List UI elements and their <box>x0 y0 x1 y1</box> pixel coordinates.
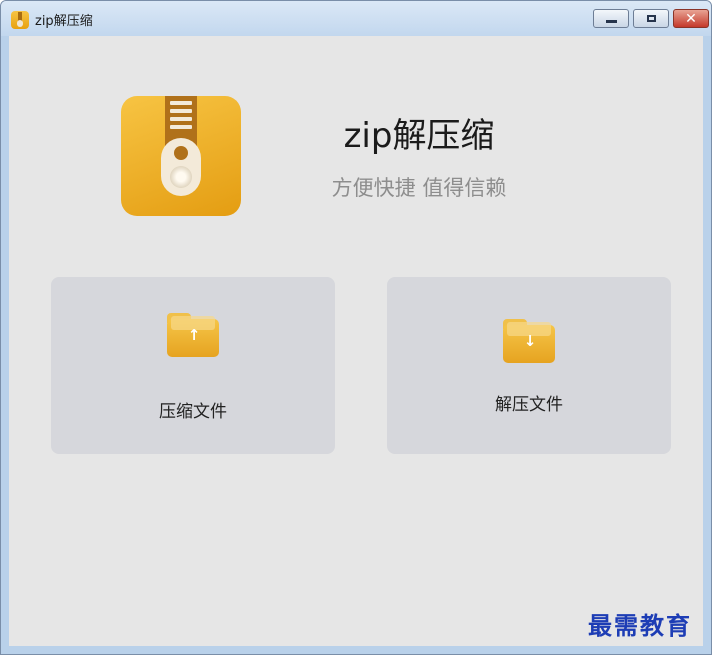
watermark-logo: 最需教育 <box>588 611 692 640</box>
extract-files-label: 解压文件 <box>495 395 563 415</box>
minimize-button[interactable] <box>593 9 629 28</box>
app-name: zip解压缩 <box>343 116 495 156</box>
zip-archive-icon <box>121 96 241 216</box>
minimize-icon <box>594 10 628 27</box>
zip-app-icon <box>11 11 29 29</box>
folder-upload-icon: ↑ <box>167 313 219 357</box>
folder-download-icon: ↓ <box>503 319 555 363</box>
title-bar[interactable]: zip解压缩 ✕ <box>1 1 711 36</box>
compress-files-label: 压缩文件 <box>159 402 227 422</box>
app-window: zip解压缩 ✕ zip解压缩 方便快捷 值得信赖 ↑ 压缩文件 ↓ 解压文件 <box>0 0 712 655</box>
app-tagline: 方便快捷 值得信赖 <box>331 176 507 200</box>
close-icon: ✕ <box>685 10 697 27</box>
window-title: zip解压缩 <box>35 14 93 29</box>
close-button[interactable]: ✕ <box>673 9 709 28</box>
compress-files-button[interactable]: ↑ 压缩文件 <box>51 277 335 454</box>
main-panel: zip解压缩 方便快捷 值得信赖 ↑ 压缩文件 ↓ 解压文件 <box>9 36 703 646</box>
maximize-icon <box>634 10 668 27</box>
zipper-pull <box>161 138 201 196</box>
maximize-button[interactable] <box>633 9 669 28</box>
extract-files-button[interactable]: ↓ 解压文件 <box>387 277 671 454</box>
